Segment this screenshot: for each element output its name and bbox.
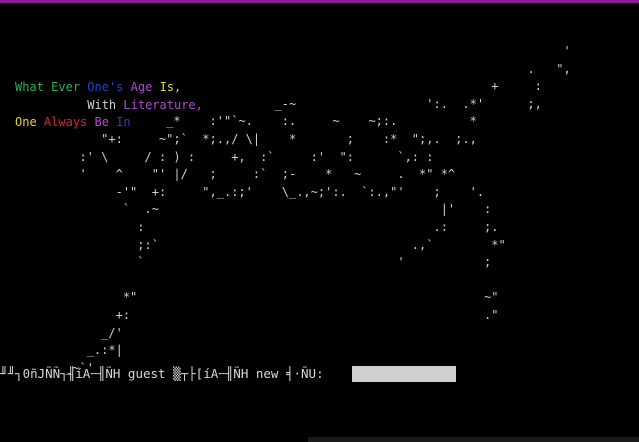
poem-word: One's	[87, 80, 124, 94]
poem-line2: With Literature,	[15, 97, 203, 115]
poem-word	[123, 80, 130, 94]
poem-word: Is,	[159, 80, 182, 94]
poem-word: In	[116, 115, 131, 130]
poem-line1: What Ever One's Age Is,	[15, 79, 203, 97]
status-strip	[308, 437, 639, 442]
poem-word: Literature,	[123, 97, 203, 112]
poem-word	[37, 115, 44, 129]
poem-word: Be	[94, 115, 109, 130]
poem-word: What	[15, 80, 44, 94]
poem-word: Ever	[51, 80, 81, 94]
user-input-field[interactable]	[352, 366, 456, 382]
login-prompt: ╜╜┐0ñJÑÑ┐╢íA╌╢ÑH guest ▒┬├[íA╌╢ÑH new ╡·…	[0, 366, 332, 381]
poem-word: Always	[43, 115, 88, 130]
poem-word: One	[15, 115, 37, 130]
poem-word	[15, 98, 87, 112]
poem-text: What Ever One's Age Is, With Literature,…	[15, 79, 203, 132]
poem-word	[87, 115, 94, 129]
poem-word: With	[87, 97, 117, 112]
poem-word: Age	[130, 80, 153, 94]
terminal-window: ' . ", + : _-~ ':. .*' ;, _*:'"`~.:. ~…	[0, 3, 639, 442]
poem-line3: One Always Be In	[15, 114, 203, 132]
poem-word	[152, 80, 159, 94]
